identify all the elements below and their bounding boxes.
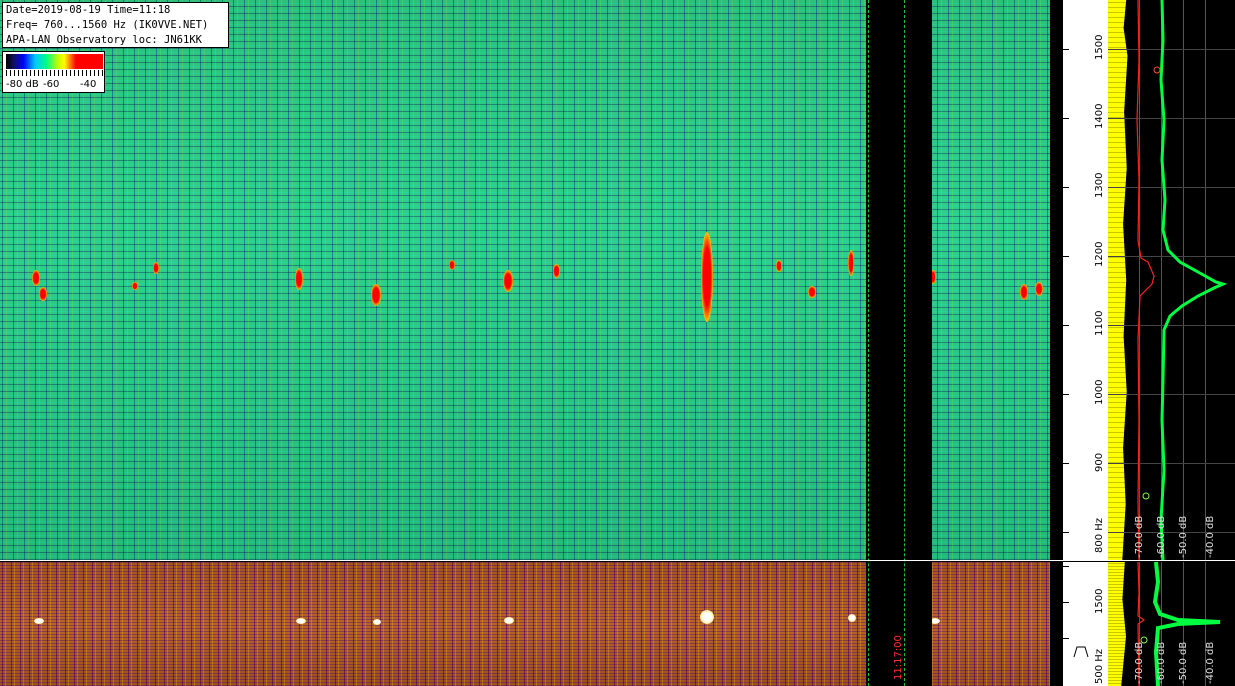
color-legend: -80 dB -60 -40 bbox=[2, 51, 105, 93]
meteor-echo bbox=[296, 618, 306, 624]
power-scale-label: -40.0 dB bbox=[1205, 641, 1216, 684]
time-grid-line bbox=[868, 0, 870, 686]
meteor-echo bbox=[39, 287, 47, 301]
legend-label-min: -80 dB bbox=[6, 79, 39, 90]
time-grid-line bbox=[904, 0, 906, 686]
meteor-echo bbox=[34, 618, 44, 624]
scroll-handle-icon[interactable] bbox=[1073, 644, 1089, 658]
frequency-axis-secondary: 1500 500 Hz bbox=[1063, 562, 1108, 686]
data-gap bbox=[866, 0, 932, 686]
axis-tick-label: 1100 bbox=[1094, 310, 1105, 336]
axis-tick-label: 1000 bbox=[1094, 379, 1105, 405]
power-spectrum-panel: -70.0 dB -60.0 dB -50.0 dB -40.0 dB bbox=[1108, 0, 1235, 560]
meteor-echo bbox=[153, 262, 159, 274]
meteor-echo bbox=[1020, 284, 1028, 300]
meteor-echo bbox=[1035, 282, 1043, 296]
spectrogram-viewer: 11:17:00 Date=2019-08-19 Time=11:18 Freq… bbox=[0, 0, 1235, 686]
info-observatory: APA-LAN Observatory loc: JN61KK bbox=[6, 34, 202, 46]
legend-label-mid: -60 bbox=[43, 79, 60, 90]
meteor-echo bbox=[808, 286, 816, 298]
meteor-echo bbox=[701, 232, 713, 322]
axis-tick-label: 1500 bbox=[1094, 588, 1105, 614]
color-scale-ticks bbox=[6, 70, 103, 76]
info-date-time: Date=2019-08-19 Time=11:18 bbox=[6, 4, 171, 16]
power-scale-label: -60.0 dB bbox=[1156, 641, 1167, 684]
meteor-echo bbox=[848, 250, 854, 276]
panel-separator bbox=[0, 560, 1235, 561]
spectrum-traces bbox=[1136, 0, 1228, 560]
power-scale-label: -50.0 dB bbox=[1178, 641, 1189, 684]
power-scale-label: -70.0 dB bbox=[1134, 515, 1145, 558]
meteor-echo bbox=[32, 270, 40, 286]
power-scale-label: -40.0 dB bbox=[1205, 515, 1216, 558]
meteor-echo bbox=[373, 619, 381, 625]
meteor-echo bbox=[504, 617, 514, 624]
meteor-echo bbox=[295, 268, 303, 290]
data-gap bbox=[1050, 0, 1063, 686]
power-scale-label: -70.0 dB bbox=[1134, 641, 1145, 684]
legend-label-max: -40 bbox=[80, 79, 97, 90]
axis-tick-label: 1200 bbox=[1094, 241, 1105, 267]
axis-tick-label: 900 bbox=[1094, 452, 1105, 472]
power-scale-label: -60.0 dB bbox=[1156, 515, 1167, 558]
axis-tick-label: 1300 bbox=[1094, 172, 1105, 198]
meteor-echo bbox=[848, 614, 856, 622]
info-frequency: Freq= 760...1560 Hz (IK0VVE.NET) bbox=[6, 19, 209, 31]
color-scale-bar bbox=[6, 54, 103, 69]
axis-tick-label: 1500 bbox=[1094, 34, 1105, 60]
info-box: Date=2019-08-19 Time=11:18 Freq= 760...1… bbox=[2, 2, 229, 48]
power-scale-label: -50.0 dB bbox=[1178, 515, 1189, 558]
meteor-echo bbox=[776, 260, 782, 272]
meteor-echo bbox=[371, 284, 381, 306]
axis-tick-label: 800 Hz bbox=[1094, 517, 1105, 553]
power-spectrum-panel-secondary: -70.0 dB -60.0 dB -50.0 dB -40.0 dB bbox=[1108, 562, 1235, 686]
frequency-axis: 1500 1400 1300 1200 1100 1000 900 800 Hz bbox=[1063, 0, 1108, 560]
meteor-echo bbox=[449, 260, 455, 270]
axis-tick-label: 500 Hz bbox=[1094, 648, 1105, 684]
meteor-echo bbox=[553, 264, 560, 278]
meteor-echo bbox=[700, 610, 714, 624]
meteor-echo bbox=[503, 270, 513, 292]
time-marker-label: 11:17:00 bbox=[893, 635, 904, 680]
meteor-echo bbox=[132, 282, 138, 290]
axis-tick-label: 1400 bbox=[1094, 103, 1105, 129]
